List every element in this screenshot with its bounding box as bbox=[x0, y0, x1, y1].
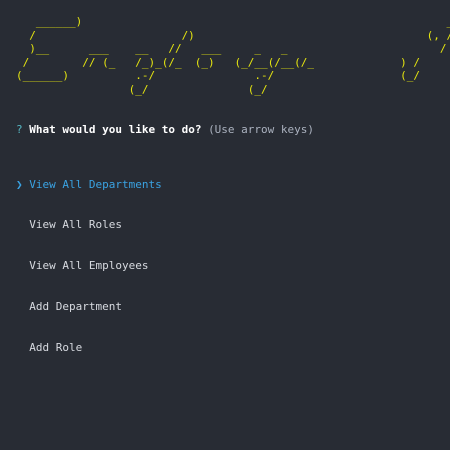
menu-item-label: View All Employees bbox=[29, 259, 149, 273]
prompt-area: ? What would you like to do? (Use arrow … bbox=[16, 96, 314, 381]
question-text: What would you like to do? bbox=[29, 123, 202, 137]
menu-item-view-all-employees[interactable]: View All Employees bbox=[16, 259, 314, 273]
terminal-window: ______) _____ / /) (, / ) )__ ___ __ // … bbox=[0, 0, 450, 450]
menu-item-label: View All Departments bbox=[29, 177, 162, 191]
question-marker: ? bbox=[16, 123, 23, 137]
hint-text: (Use arrow keys) bbox=[208, 123, 315, 137]
menu-item-view-all-departments[interactable]: ❯ View All Departments bbox=[16, 178, 314, 192]
menu-item-label: View All Roles bbox=[29, 218, 122, 232]
banner-line: / // (_ /_)_(/_ (_) (_/__(/__(/_ ) / bbox=[16, 55, 450, 69]
banner-line: ______) _____ bbox=[16, 15, 450, 28]
pointer-icon: ❯ bbox=[16, 177, 23, 191]
banner-line: )__ ___ __ // ___ _ _ / / bbox=[16, 42, 450, 56]
banner-line: (______) .-/ .-/ (_/ bbox=[16, 69, 420, 83]
ascii-banner: ______) _____ / /) (, / ) )__ ___ __ // … bbox=[16, 15, 450, 97]
banner-line: (_/ (_/ bbox=[16, 82, 268, 96]
menu-item-label: Add Department bbox=[29, 299, 122, 313]
menu-item-add-role[interactable]: Add Role bbox=[16, 341, 314, 355]
menu-item-add-department[interactable]: Add Department bbox=[16, 300, 314, 314]
banner-line: / /) (, / ) bbox=[16, 28, 450, 42]
menu-item-view-all-roles[interactable]: View All Roles bbox=[16, 218, 314, 232]
question-line: ? What would you like to do? (Use arrow … bbox=[16, 123, 314, 137]
menu-item-label: Add Role bbox=[29, 340, 83, 354]
